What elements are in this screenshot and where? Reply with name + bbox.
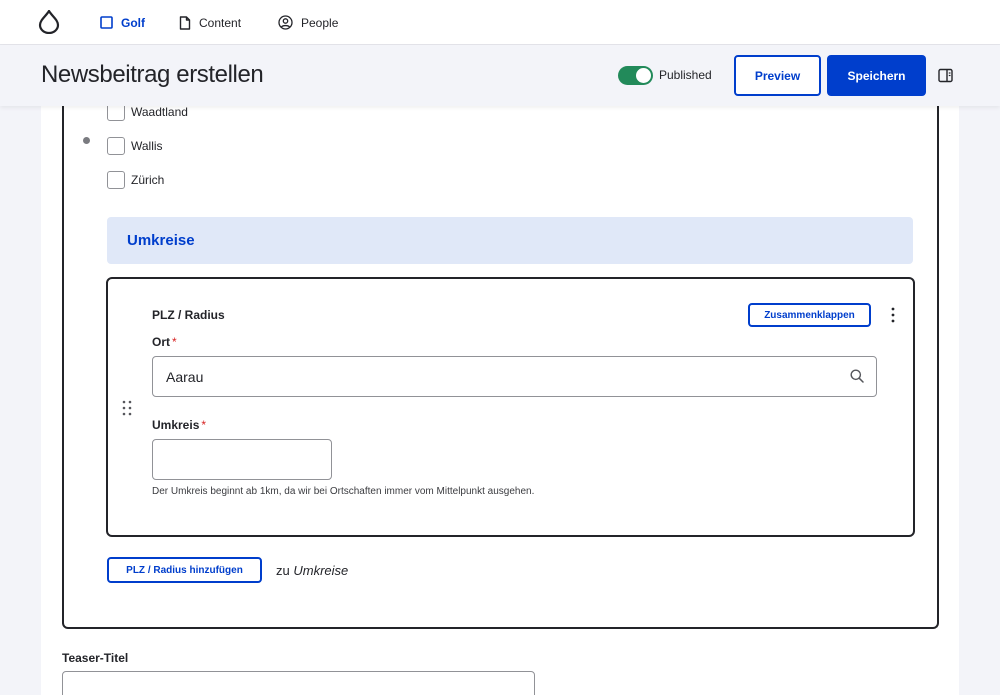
checkbox-box[interactable]: [107, 171, 125, 189]
collapse-button[interactable]: Zusammenklappen: [748, 303, 871, 327]
nav-item-label: Golf: [121, 15, 145, 30]
more-options-icon[interactable]: [890, 307, 896, 323]
section-title: Umkreise: [127, 232, 195, 249]
page-title: Newsbeitrag erstellen: [41, 61, 264, 88]
preview-button[interactable]: Preview: [734, 55, 821, 96]
required-marker: *: [201, 418, 207, 432]
nav-item-content[interactable]: Content: [179, 0, 241, 45]
add-plz-radius-button[interactable]: PLZ / Radius hinzufügen: [107, 557, 262, 583]
top-toolbar: Golf Content People: [0, 0, 1000, 45]
required-marker: *: [172, 335, 177, 349]
umkreise-section-header: Umkreise: [107, 217, 913, 264]
nav-item-label: People: [301, 15, 339, 30]
ort-label: Ort *: [152, 335, 177, 349]
umkreis-label-text: Umkreis: [152, 418, 200, 432]
list-bullet: [83, 137, 90, 144]
nav-item-people[interactable]: People: [278, 0, 338, 45]
checkbox-wallis[interactable]: Wallis: [107, 137, 163, 155]
published-toggle[interactable]: [618, 66, 653, 85]
sidebar-toggle-icon[interactable]: [938, 68, 953, 83]
drupal-drop-icon[interactable]: [38, 10, 60, 34]
umkreis-help-text: Der Umkreis beginnt ab 1km, da wir bei O…: [152, 486, 535, 497]
document-icon: [179, 15, 191, 30]
page-header: Newsbeitrag erstellen Published Preview …: [0, 45, 1000, 106]
teaser-title-label: Teaser-Titel: [62, 651, 129, 665]
checkbox-label: Waadtland: [131, 105, 188, 119]
add-suffix-target: Umkreise: [293, 563, 349, 578]
plz-radius-item: PLZ / Radius Zusammenklappen Ort * Aarau …: [106, 277, 915, 537]
checkbox-zurich[interactable]: Zürich: [107, 171, 164, 189]
add-button-suffix: zu Umkreise: [276, 563, 348, 578]
ort-search-input[interactable]: Aarau: [152, 356, 877, 397]
nav-item-golf[interactable]: Golf: [100, 0, 145, 45]
checkbox-label: Wallis: [131, 139, 163, 153]
user-circle-icon: [278, 15, 293, 30]
square-icon: [100, 16, 113, 29]
save-button[interactable]: Speichern: [827, 55, 926, 96]
ort-input-value: Aarau: [166, 369, 204, 385]
umkreis-input[interactable]: [152, 439, 332, 480]
nav-item-label: Content: [199, 15, 242, 30]
umkreis-label: Umkreis *: [152, 418, 206, 432]
item-title: PLZ / Radius: [152, 308, 225, 322]
checkbox-label: Zürich: [131, 173, 165, 187]
checkbox-box[interactable]: [107, 137, 125, 155]
add-suffix-prefix: zu: [276, 563, 290, 578]
drag-handle-icon[interactable]: [122, 400, 132, 416]
search-icon[interactable]: [850, 369, 864, 383]
ort-label-text: Ort: [152, 335, 170, 349]
published-label: Published: [659, 68, 712, 82]
teaser-title-input[interactable]: [62, 671, 535, 695]
